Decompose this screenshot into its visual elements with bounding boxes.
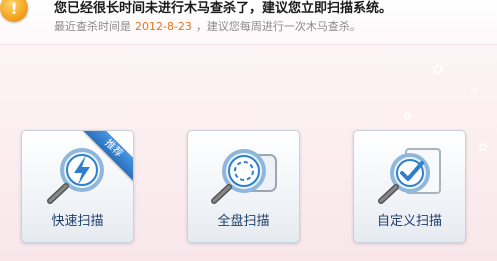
petal-decoration: ✿ — [470, 86, 479, 97]
warning-header: 您已经很长时间未进行木马查杀了，建议您立即扫描系统。 最近查杀时间是 2012-8… — [0, 0, 497, 45]
petal-decoration: ✿ — [432, 62, 444, 78]
last-scan-suffix: ，建议您每周进行一次木马查杀。 — [195, 20, 361, 33]
custom-scan-button[interactable]: 自定义扫描 — [353, 130, 466, 243]
last-scan-date: 2012-8-23 — [135, 20, 192, 33]
petal-decoration: ✿ — [403, 110, 413, 123]
last-scan-info: 最近查杀时间是 2012-8-23 ，建议您每周进行一次木马查杀。 — [54, 19, 361, 35]
quick-scan-label: 快速扫描 — [51, 214, 104, 229]
warning-title: 您已经很长时间未进行木马查杀了，建议您立即扫描系统。 — [54, 1, 393, 16]
full-scan-button[interactable]: 全盘扫描 — [187, 130, 300, 243]
warning-icon — [0, 0, 28, 22]
custom-scan-icon — [378, 148, 441, 204]
full-disk-scan-icon — [211, 149, 277, 204]
quick-scan-button[interactable]: 快速扫描 推荐 — [21, 130, 134, 243]
last-scan-prefix: 最近查杀时间是 — [54, 20, 131, 33]
custom-scan-label: 自定义扫描 — [376, 214, 442, 229]
petal-decoration: ✿ — [478, 140, 489, 154]
full-scan-label: 全盘扫描 — [217, 214, 270, 229]
